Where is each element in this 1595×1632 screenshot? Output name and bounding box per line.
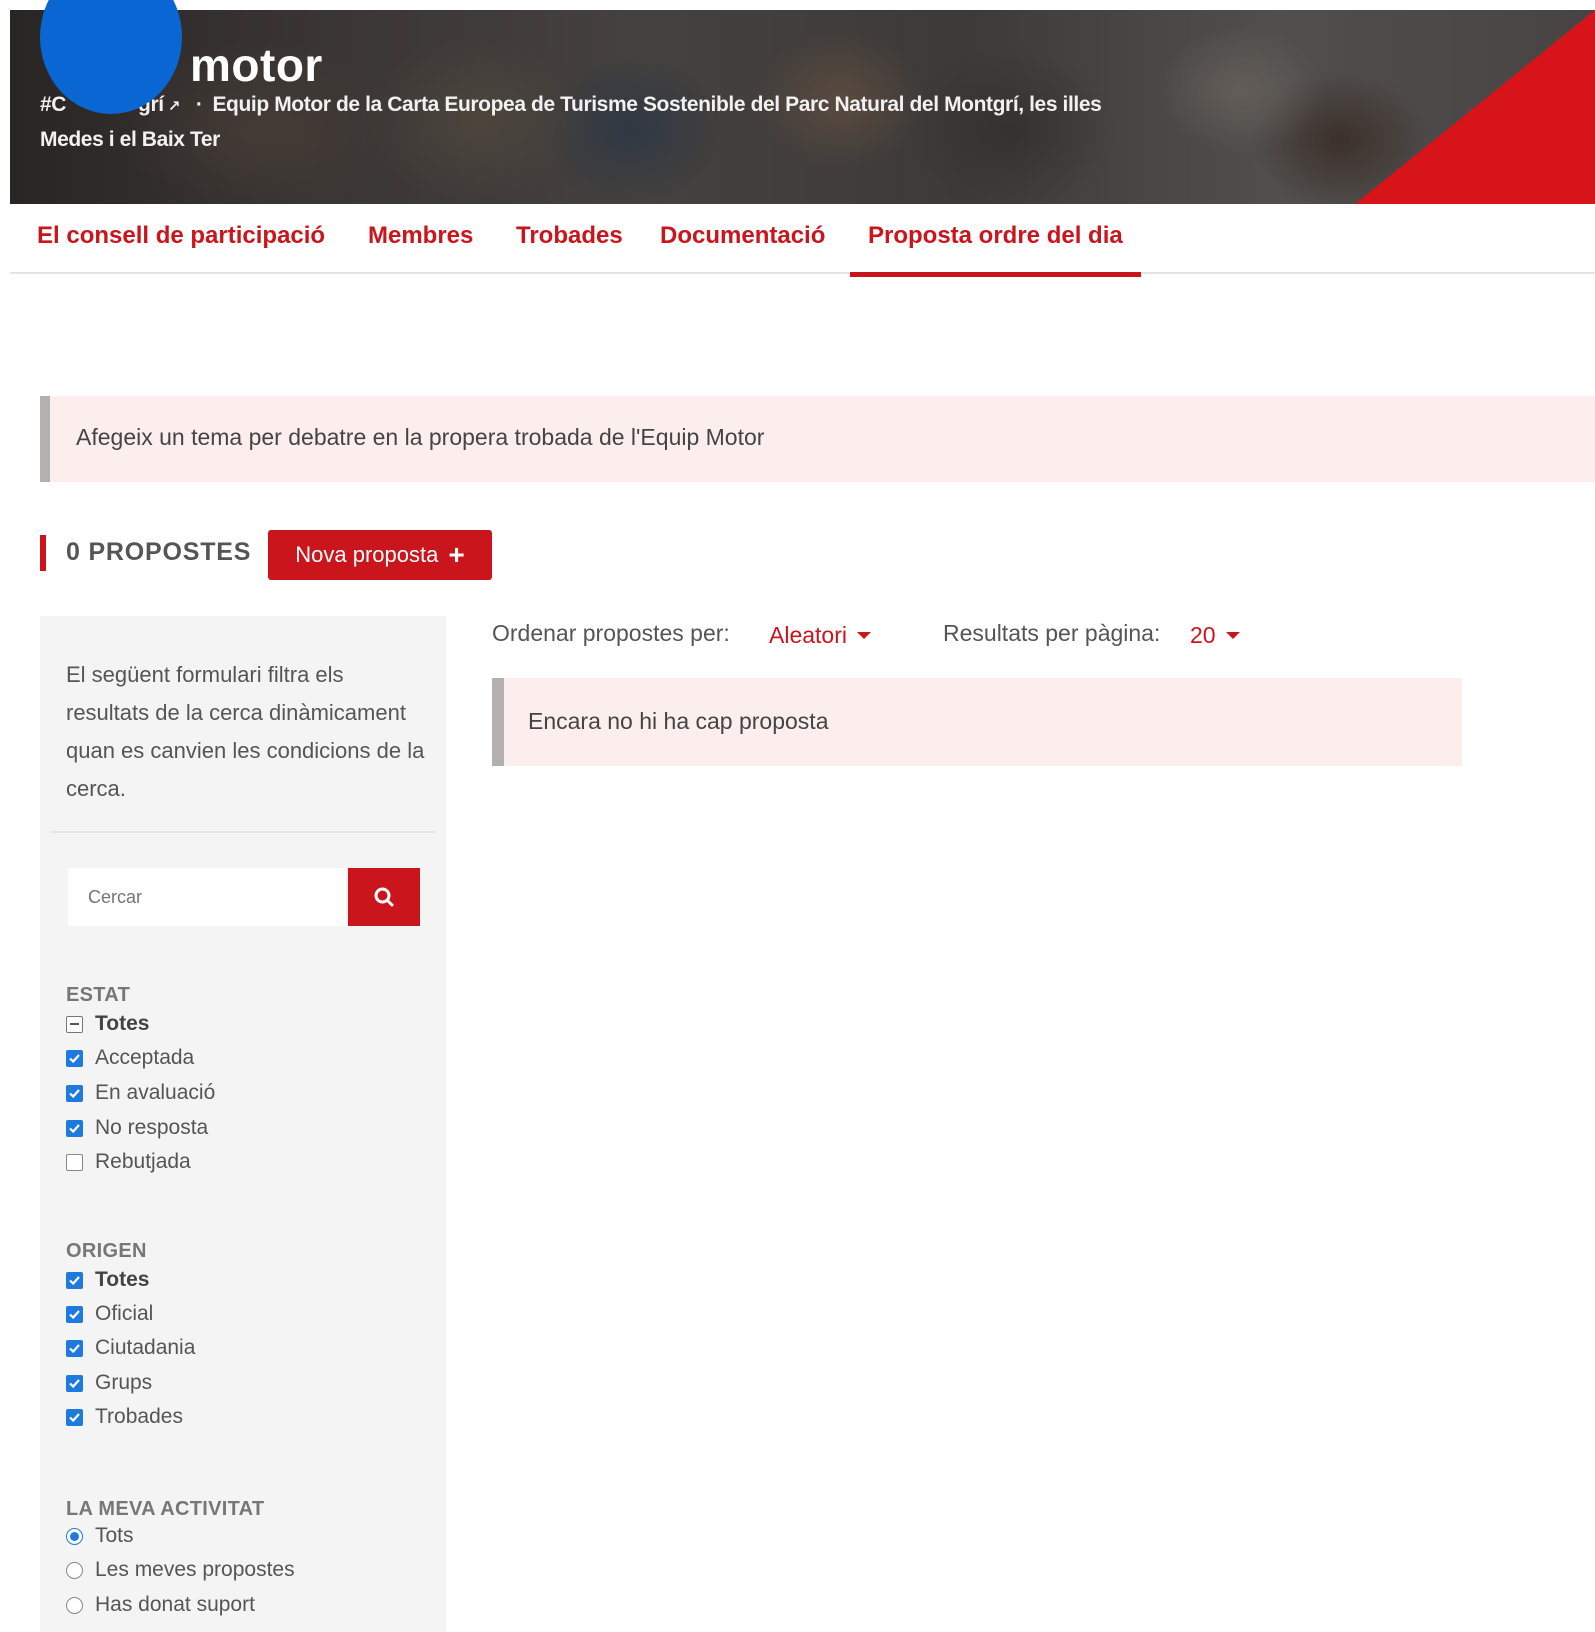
filter-origen-trobades[interactable]: Trobades: [66, 1405, 183, 1429]
filter-label: Acceptada: [95, 1046, 195, 1069]
filter-estat-totes[interactable]: Totes: [66, 1012, 149, 1036]
checkbox-unchecked-icon[interactable]: [66, 1153, 83, 1171]
filter-origen-oficial[interactable]: Oficial: [66, 1302, 153, 1326]
count-accent-bar: [40, 535, 46, 571]
plus-icon: +: [448, 539, 465, 570]
filter-sidebar: El següent formulari filtra els resultat…: [40, 616, 446, 1632]
header-banner: motor #C grí ↗ · Equip Motor de la Carta Eur…: [10, 10, 1595, 204]
filter-origen-ciutadania[interactable]: Ciutadania: [66, 1336, 195, 1360]
filter-estat-rebutjada[interactable]: Rebutjada: [66, 1150, 191, 1174]
filter-origen-totes[interactable]: Totes: [66, 1268, 149, 1292]
filter-label: Les meves propostes: [95, 1558, 295, 1581]
filter-label: Trobades: [95, 1405, 183, 1428]
per-page-dropdown[interactable]: 20: [1190, 622, 1240, 649]
checkbox-partial-icon[interactable]: [66, 1015, 83, 1033]
filter-estat-title: ESTAT: [66, 984, 131, 1006]
per-page-label: Resultats per pàgina:: [943, 620, 1161, 646]
new-proposal-label: Nova proposta: [295, 542, 439, 567]
caret-down-icon: [1225, 632, 1240, 639]
sort-label: Ordenar propostes per:: [492, 620, 730, 646]
filter-origen-grups[interactable]: Grups: [66, 1371, 152, 1395]
filter-label: En avaluació: [95, 1081, 216, 1104]
filter-label: Totes: [95, 1268, 150, 1291]
checkbox-checked-icon[interactable]: [66, 1119, 83, 1137]
search-input[interactable]: [68, 868, 346, 926]
checkbox-checked-icon[interactable]: [66, 1374, 83, 1392]
empty-results-callout: Encara no hi ha cap proposta: [492, 678, 1462, 766]
tab-consell[interactable]: El consell de participació: [37, 222, 325, 250]
caret-down-icon: [856, 632, 871, 639]
banner-red-corner: [1355, 10, 1595, 204]
filter-label: Tots: [95, 1524, 134, 1547]
checkbox-checked-icon[interactable]: [66, 1339, 83, 1357]
filter-origen-title: ORIGEN: [66, 1240, 147, 1262]
info-callout: Afegeix un tema per debatre en la proper…: [40, 396, 1595, 482]
search-button[interactable]: [348, 868, 420, 926]
empty-results-text: Encara no hi ha cap proposta: [528, 708, 829, 734]
filter-label: Oficial: [95, 1302, 154, 1325]
checkbox-checked-icon[interactable]: [66, 1305, 83, 1323]
page-title: motor: [190, 39, 323, 91]
checkbox-checked-icon[interactable]: [66, 1084, 83, 1102]
filter-label: Grups: [95, 1371, 153, 1394]
radio-unselected-icon[interactable]: [66, 1561, 83, 1579]
new-proposal-button[interactable]: Nova proposta +: [268, 530, 492, 580]
radio-selected-icon[interactable]: [66, 1527, 83, 1545]
radio-unselected-icon[interactable]: [66, 1596, 83, 1614]
tab-bar: El consell de participació Membres Troba…: [10, 204, 1595, 277]
checkbox-checked-icon[interactable]: [66, 1408, 83, 1426]
filter-intro: El següent formulari filtra els resultat…: [66, 662, 425, 801]
filter-estat-en-avaluacio[interactable]: En avaluació: [66, 1081, 215, 1105]
sort-value: Aleatori: [769, 622, 847, 648]
tab-membres[interactable]: Membres: [368, 222, 473, 250]
filter-activitat-title: LA MEVA ACTIVITAT: [66, 1498, 265, 1520]
tab-trobades[interactable]: Trobades: [516, 222, 623, 250]
sort-dropdown[interactable]: Aleatori: [769, 622, 871, 649]
filter-activitat-meves-propostes[interactable]: Les meves propostes: [66, 1558, 295, 1582]
filter-label: Has donat suport: [95, 1593, 255, 1616]
filter-label: Ciutadania: [95, 1336, 196, 1359]
proposals-count: 0 PROPOSTES: [66, 538, 252, 566]
filter-label: Totes: [95, 1012, 150, 1035]
filter-activitat-donat-suport[interactable]: Has donat suport: [66, 1593, 255, 1617]
divider: [50, 831, 436, 833]
filter-label: No resposta: [95, 1116, 209, 1139]
filter-label: Rebutjada: [95, 1150, 191, 1173]
checkbox-checked-icon[interactable]: [66, 1271, 83, 1289]
header-subtitle-block: #C grí ↗ · Equip Motor de la Carta Europea d…: [40, 88, 1160, 156]
callout-text: Afegeix un tema per debatre en la proper…: [76, 424, 765, 450]
filter-estat-acceptada[interactable]: Acceptada: [66, 1046, 194, 1070]
per-page-value: 20: [1190, 622, 1216, 648]
filter-estat-no-resposta[interactable]: No resposta: [66, 1116, 208, 1140]
search-icon: [374, 887, 394, 907]
filter-activitat-tots[interactable]: Tots: [66, 1524, 134, 1548]
tab-proposta-ordre-del-dia[interactable]: Proposta ordre del dia: [850, 222, 1141, 277]
separator: ·: [195, 93, 203, 116]
hashtag-start: #C: [40, 93, 67, 116]
external-link-icon: ↗: [167, 98, 181, 115]
checkbox-checked-icon[interactable]: [66, 1049, 83, 1067]
tab-documentacio[interactable]: Documentació: [660, 222, 825, 250]
